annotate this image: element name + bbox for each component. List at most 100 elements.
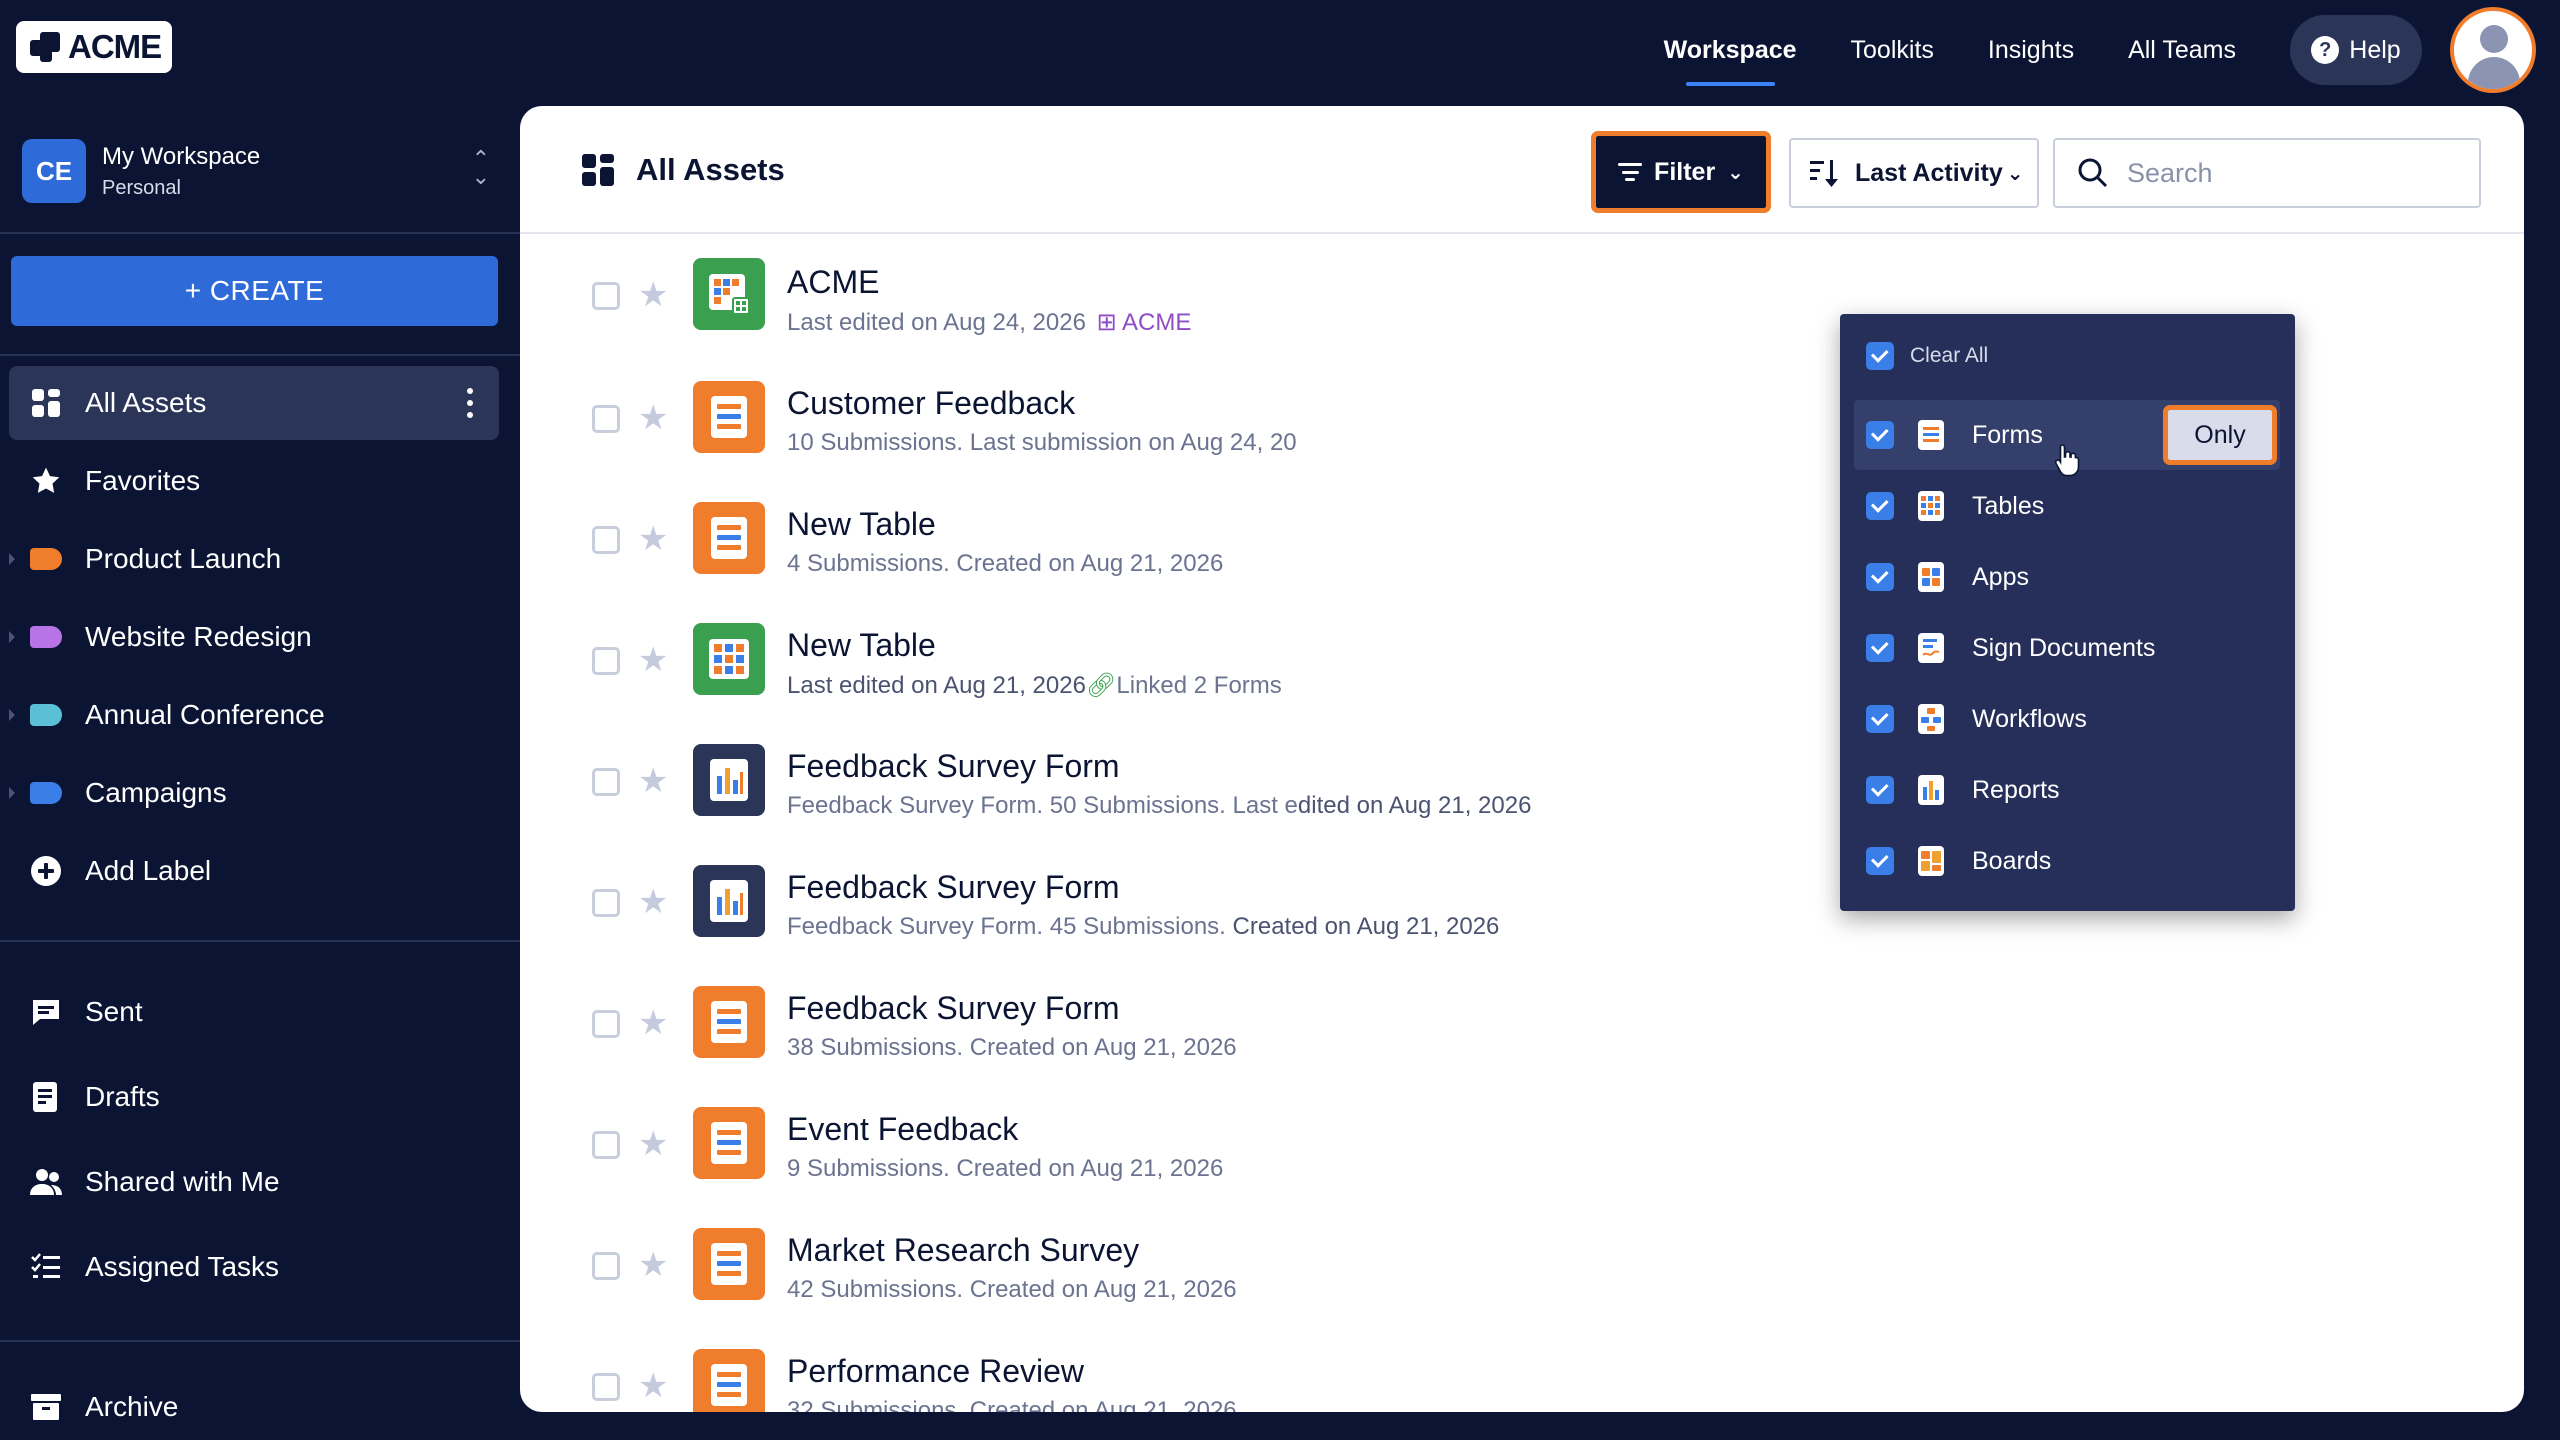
form-asset-icon bbox=[693, 1107, 765, 1179]
table-row[interactable]: ★ Market Research Survey 42 Submissions.… bbox=[520, 1202, 2524, 1323]
filter-option-tables[interactable]: Tables bbox=[1854, 471, 2280, 541]
star-icon[interactable]: ★ bbox=[638, 522, 668, 556]
asset-meta-tag[interactable]: ACME bbox=[1122, 309, 1191, 336]
nav-toolkits[interactable]: Toolkits bbox=[1851, 0, 1934, 100]
filter-clear-all[interactable]: Clear All bbox=[1854, 328, 2280, 384]
nav-insights[interactable]: Insights bbox=[1988, 0, 2074, 100]
asset-name[interactable]: New Table bbox=[787, 506, 936, 543]
workspace-switcher[interactable]: CE My Workspace Personal ⌃ ⌄ bbox=[22, 138, 490, 204]
checkbox-checked-icon[interactable] bbox=[1866, 421, 1894, 449]
star-icon[interactable]: ★ bbox=[638, 764, 668, 798]
checkbox-checked-icon[interactable] bbox=[1866, 492, 1894, 520]
sort-label: Last Activity bbox=[1855, 158, 2003, 187]
star-icon[interactable]: ★ bbox=[638, 1006, 668, 1040]
asset-name[interactable]: New Table bbox=[787, 627, 936, 664]
acme-logo[interactable]: ACME bbox=[16, 21, 172, 73]
asset-meta-tag[interactable]: Linked 2 Forms bbox=[1116, 672, 1281, 699]
row-checkbox[interactable] bbox=[592, 1252, 620, 1280]
table-icon bbox=[1918, 491, 1944, 521]
star-icon[interactable]: ★ bbox=[638, 1127, 668, 1161]
asset-meta: 38 Submissions. Created on Aug 21, 2026 bbox=[787, 1034, 1237, 1061]
asset-name[interactable]: Event Feedback bbox=[787, 1111, 1018, 1148]
sidebar-item-add-label[interactable]: Add Label bbox=[9, 834, 499, 908]
row-checkbox[interactable] bbox=[592, 768, 620, 796]
more-options-icon[interactable] bbox=[467, 388, 473, 418]
filter-label: Filter bbox=[1654, 157, 1716, 186]
sidebar-item-website-redesign[interactable]: Website Redesign bbox=[9, 600, 499, 674]
table-row[interactable]: ★ Feedback Survey Form 38 Submissions. C… bbox=[520, 960, 2524, 1081]
checkbox-checked-icon[interactable] bbox=[1866, 705, 1894, 733]
asset-name[interactable]: Performance Review bbox=[787, 1353, 1084, 1390]
form-asset-icon bbox=[693, 381, 765, 453]
search-field[interactable] bbox=[2053, 138, 2481, 208]
sidebar-item-label: Drafts bbox=[85, 1081, 160, 1112]
star-icon[interactable]: ★ bbox=[638, 401, 668, 435]
only-button[interactable]: Only bbox=[2163, 405, 2277, 465]
sidebar-item-label: Archive bbox=[85, 1391, 179, 1422]
filter-option-boards[interactable]: Boards bbox=[1854, 826, 2280, 896]
sidebar-item-label: Product Launch bbox=[85, 543, 282, 574]
checkbox-checked-icon[interactable] bbox=[1866, 634, 1894, 662]
sidebar-item-archive[interactable]: Archive bbox=[9, 1370, 499, 1440]
nav-all-teams[interactable]: All Teams bbox=[2128, 0, 2236, 100]
checkbox-checked-icon[interactable] bbox=[1866, 563, 1894, 591]
row-checkbox[interactable] bbox=[592, 889, 620, 917]
star-icon[interactable]: ★ bbox=[638, 1248, 668, 1282]
checkbox-checked-icon[interactable] bbox=[1866, 342, 1894, 370]
asset-name[interactable]: Feedback Survey Form bbox=[787, 869, 1120, 906]
help-button[interactable]: ? Help bbox=[2290, 15, 2422, 85]
sidebar-item-product-launch[interactable]: Product Launch bbox=[9, 522, 499, 596]
sidebar-item-campaigns[interactable]: Campaigns bbox=[9, 756, 499, 830]
star-icon[interactable]: ★ bbox=[638, 643, 668, 677]
checkbox-checked-icon[interactable] bbox=[1866, 776, 1894, 804]
filter-option-workflows[interactable]: Workflows bbox=[1854, 684, 2280, 754]
filter-option-apps[interactable]: Apps bbox=[1854, 542, 2280, 612]
caret-right-icon[interactable] bbox=[9, 787, 15, 799]
grid-icon bbox=[582, 154, 614, 186]
table-row[interactable]: ★ Performance Review 32 Submissions. Cre… bbox=[520, 1323, 2524, 1412]
filter-option-reports[interactable]: Reports bbox=[1854, 755, 2280, 825]
sidebar-item-label: Annual Conference bbox=[85, 699, 325, 730]
row-checkbox[interactable] bbox=[592, 1373, 620, 1401]
row-checkbox[interactable] bbox=[592, 647, 620, 675]
hand-pointer-cursor-icon bbox=[2054, 444, 2080, 477]
row-checkbox[interactable] bbox=[592, 526, 620, 554]
star-icon[interactable]: ★ bbox=[638, 885, 668, 919]
asset-name[interactable]: ACME bbox=[787, 264, 879, 301]
draft-document-icon bbox=[29, 1080, 63, 1114]
row-checkbox[interactable] bbox=[592, 282, 620, 310]
nav-workspace[interactable]: Workspace bbox=[1664, 0, 1797, 100]
asset-name[interactable]: Customer Feedback bbox=[787, 385, 1075, 422]
sidebar-item-shared-with-me[interactable]: Shared with Me bbox=[9, 1145, 499, 1219]
search-input[interactable] bbox=[2127, 157, 2467, 189]
sort-button[interactable]: Last Activity ⌄ bbox=[1789, 138, 2039, 208]
filter-button[interactable]: Filter ⌄ bbox=[1591, 131, 1771, 213]
sidebar-item-sent[interactable]: Sent bbox=[9, 975, 499, 1049]
row-checkbox[interactable] bbox=[592, 1131, 620, 1159]
sidebar-item-label: Sent bbox=[85, 996, 143, 1027]
asset-name[interactable]: Feedback Survey Form bbox=[787, 748, 1120, 785]
caret-right-icon[interactable] bbox=[9, 709, 15, 721]
row-checkbox[interactable] bbox=[592, 405, 620, 433]
star-icon[interactable]: ★ bbox=[638, 278, 668, 312]
asset-name[interactable]: Feedback Survey Form bbox=[787, 990, 1120, 1027]
caret-right-icon[interactable] bbox=[9, 553, 15, 565]
asset-name[interactable]: Market Research Survey bbox=[787, 1232, 1139, 1269]
star-icon[interactable]: ★ bbox=[638, 1369, 668, 1403]
asset-meta: 4 Submissions. Created on Aug 21, 2026 bbox=[787, 550, 1224, 577]
sidebar-item-all-assets[interactable]: All Assets bbox=[9, 366, 499, 440]
create-button[interactable]: + CREATE bbox=[11, 256, 498, 326]
sidebar-item-assigned-tasks[interactable]: Assigned Tasks bbox=[9, 1230, 499, 1304]
user-avatar[interactable] bbox=[2450, 7, 2536, 93]
logo-mark-icon bbox=[28, 30, 62, 64]
caret-right-icon[interactable] bbox=[9, 631, 15, 643]
main-header: All Assets Filter ⌄ Last Activity ⌄ bbox=[520, 106, 2524, 234]
sidebar-item-favorites[interactable]: Favorites bbox=[9, 444, 499, 518]
sidebar-item-drafts[interactable]: Drafts bbox=[9, 1060, 499, 1134]
users-icon bbox=[29, 1165, 63, 1199]
sidebar-item-annual-conference[interactable]: Annual Conference bbox=[9, 678, 499, 752]
filter-option-sign-documents[interactable]: Sign Documents bbox=[1854, 613, 2280, 683]
row-checkbox[interactable] bbox=[592, 1010, 620, 1038]
table-row[interactable]: ★ Event Feedback 9 Submissions. Created … bbox=[520, 1081, 2524, 1202]
checkbox-checked-icon[interactable] bbox=[1866, 847, 1894, 875]
